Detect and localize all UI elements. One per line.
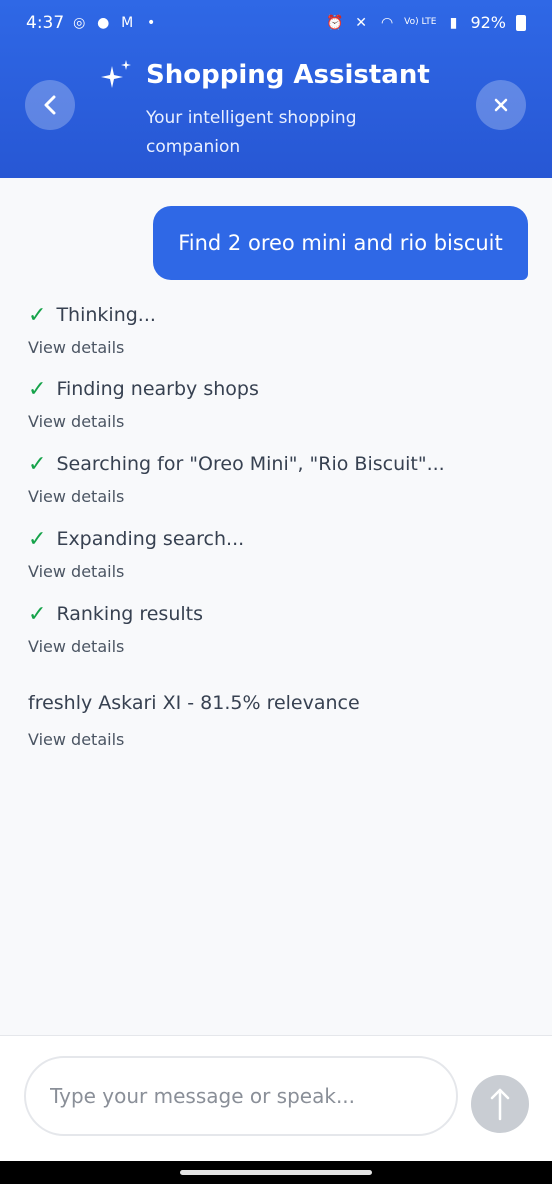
- signal-icon: ▮: [449, 14, 458, 31]
- progress-step: ✓ Expanding search... View details: [28, 524, 245, 582]
- progress-step: ✓ Searching for "Oreo Mini", "Rio Biscui…: [28, 449, 445, 507]
- alarm-icon: ⏰: [326, 14, 344, 31]
- check-icon: ✓: [28, 302, 47, 328]
- check-icon: ✓: [28, 601, 47, 627]
- check-icon: ✓: [28, 376, 47, 402]
- status-bar: 4:37 ◎ ● M • ⏰ ✕ ◠ Vo) LTE ▮ 92%: [0, 0, 552, 50]
- step-label: Expanding search...: [56, 528, 245, 550]
- step-label: Thinking...: [56, 304, 156, 326]
- result-text: freshly Askari XI - 81.5% relevance: [28, 692, 360, 714]
- system-nav-bar: [0, 1161, 552, 1184]
- title-row: Shopping Assistant: [98, 58, 430, 92]
- close-button[interactable]: [476, 80, 526, 130]
- progress-step: ✓ Finding nearby shops View details: [28, 374, 259, 432]
- user-message-bubble: Find 2 oreo mini and rio biscuit: [153, 206, 528, 280]
- view-details-link[interactable]: View details: [28, 562, 244, 581]
- whatsapp-icon: ◎: [73, 15, 86, 31]
- battery-percent: 92%: [470, 13, 506, 32]
- app-header: 4:37 ◎ ● M • ⏰ ✕ ◠ Vo) LTE ▮ 92% Shoppin…: [0, 0, 552, 178]
- progress-step: ✓ Thinking... View details: [28, 300, 156, 358]
- back-button[interactable]: [25, 80, 75, 130]
- message-icon: ●: [97, 15, 110, 31]
- view-details-link[interactable]: View details: [28, 730, 124, 749]
- view-details-link[interactable]: View details: [28, 487, 445, 506]
- view-details-link[interactable]: View details: [28, 338, 156, 357]
- message-input[interactable]: [24, 1056, 458, 1136]
- gmail-icon: M: [121, 15, 134, 31]
- view-details-link[interactable]: View details: [28, 412, 259, 431]
- page-subtitle: Your intelligent shopping companion: [146, 108, 357, 157]
- arrow-up-icon: [490, 1088, 510, 1121]
- view-details-link[interactable]: View details: [28, 637, 203, 656]
- send-button[interactable]: [471, 1075, 529, 1133]
- step-label: Ranking results: [56, 603, 203, 625]
- close-icon: [494, 98, 508, 112]
- step-label: Finding nearby shops: [56, 378, 259, 400]
- page-title: Shopping Assistant: [146, 60, 430, 90]
- check-icon: ✓: [28, 526, 47, 552]
- progress-step: ✓ Ranking results View details: [28, 599, 203, 657]
- message-composer: [0, 1035, 552, 1161]
- wifi-icon: ◠: [381, 14, 394, 31]
- sparkle-icon: [101, 60, 131, 88]
- home-indicator[interactable]: [180, 1170, 372, 1175]
- step-label: Searching for "Oreo Mini", "Rio Biscuit"…: [56, 453, 445, 475]
- chevron-left-icon: [44, 95, 56, 115]
- network-label: Vo) LTE: [404, 17, 437, 27]
- check-icon: ✓: [28, 451, 47, 477]
- battery-icon: [516, 14, 526, 31]
- dot-icon: •: [147, 15, 156, 31]
- mute-icon: ✕: [355, 14, 367, 31]
- status-time: 4:37: [26, 13, 65, 33]
